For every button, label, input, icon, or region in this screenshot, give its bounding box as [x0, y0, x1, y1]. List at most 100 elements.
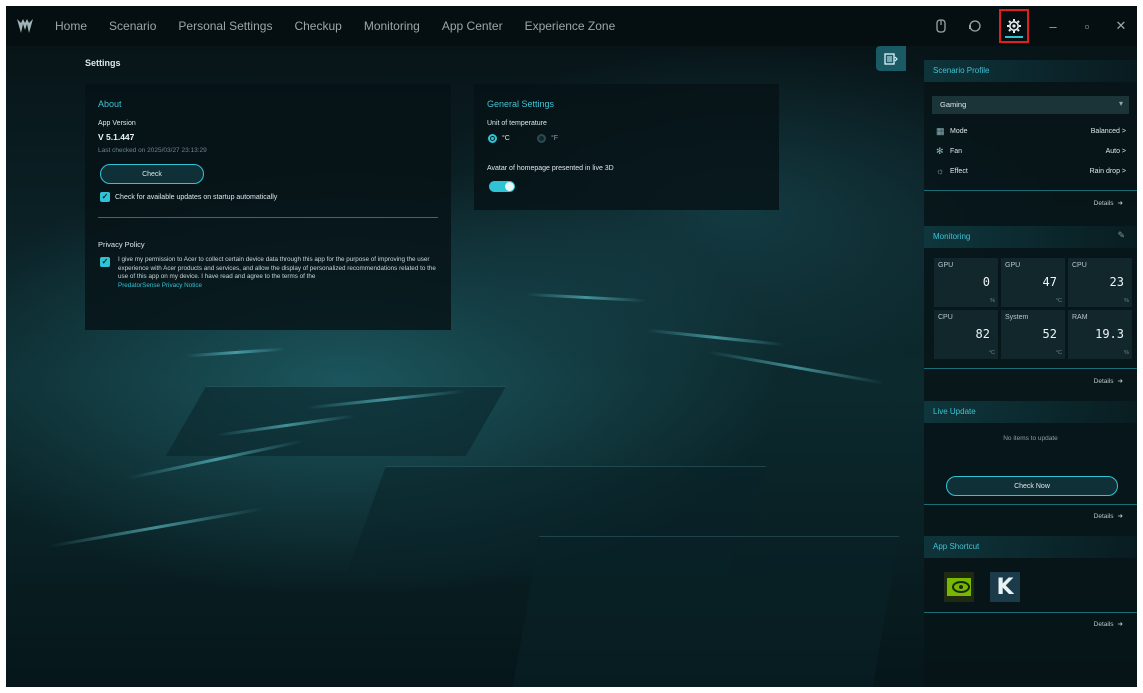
- predator-logo-icon: [6, 6, 44, 46]
- tile-value: 23: [1109, 275, 1124, 289]
- settings-gear-button[interactable]: [999, 9, 1029, 43]
- tile-name: RAM: [1072, 314, 1088, 321]
- tile-unit: °C: [1055, 350, 1062, 356]
- tile-name: CPU: [1072, 262, 1087, 269]
- card-divider: [924, 190, 1137, 191]
- tile-value: 82: [975, 327, 990, 341]
- effect-value: Rain drop >: [1089, 167, 1126, 175]
- about-title: About: [98, 99, 122, 109]
- tile-value: 52: [1042, 327, 1057, 341]
- monitor-tile-system-temp: System 52 °C: [1001, 310, 1065, 359]
- fan-label: Fan: [950, 147, 963, 155]
- background-slab: [165, 386, 507, 456]
- details-label: Details: [1093, 512, 1114, 520]
- tile-name: GPU: [1005, 262, 1021, 269]
- live-update-title: Live Update: [924, 401, 1137, 423]
- monitor-tile-ram-usage: RAM 19.3 %: [1068, 310, 1132, 359]
- nav-scenario[interactable]: Scenario: [98, 6, 167, 46]
- scenario-details-link[interactable]: Details ➜: [1094, 199, 1123, 208]
- main-nav: Home Scenario Personal Settings Checkup …: [44, 6, 626, 46]
- check-now-button[interactable]: Check Now: [946, 476, 1118, 496]
- fan-value: Auto >: [1105, 147, 1126, 155]
- nav-experience-zone[interactable]: Experience Zone: [514, 6, 627, 46]
- celsius-radio[interactable]: [488, 134, 497, 143]
- mode-value: Balanced >: [1090, 127, 1126, 135]
- device-icon[interactable]: [931, 16, 951, 36]
- effect-label: Effect: [950, 167, 968, 175]
- avatar-3d-label: Avatar of homepage presented in live 3D: [487, 165, 614, 172]
- right-sidebar: Scenario Profile Gaming ▾ ▦ Mode Balance…: [924, 46, 1137, 687]
- nvidia-app-icon[interactable]: [944, 572, 974, 602]
- background-slab: [512, 536, 900, 687]
- about-panel: About App Version V 5.1.447 Last checked…: [85, 84, 451, 330]
- wrench-icon[interactable]: ✎: [1117, 230, 1125, 241]
- app-shortcut-title: App Shortcut: [924, 536, 1137, 558]
- app-version-value: V 5.1.447: [98, 132, 135, 142]
- avatar-3d-toggle[interactable]: [489, 181, 515, 192]
- sidebar-toggle-button[interactable]: [876, 46, 906, 71]
- effect-icon: ☼: [936, 166, 945, 176]
- tile-name: System: [1005, 314, 1029, 321]
- mode-row[interactable]: ▦ Mode Balanced >: [936, 124, 1126, 138]
- monitoring-details-link[interactable]: Details ➜: [1094, 377, 1123, 386]
- monitor-tile-cpu-usage: CPU 23 %: [1068, 258, 1132, 307]
- nav-monitoring[interactable]: Monitoring: [353, 6, 431, 46]
- general-settings-title: General Settings: [487, 99, 555, 109]
- scenario-profile-dropdown[interactable]: Gaming ▾: [932, 96, 1129, 114]
- restore-icon[interactable]: ▫: [1077, 16, 1097, 36]
- nav-home[interactable]: Home: [44, 6, 98, 46]
- app-version-label: App Version: [98, 120, 136, 127]
- mode-label: Mode: [950, 127, 968, 135]
- top-nav-bar: Home Scenario Personal Settings Checkup …: [6, 6, 1137, 46]
- killer-app-icon[interactable]: K: [990, 572, 1020, 602]
- scenario-profile-title: Scenario Profile: [924, 60, 1137, 82]
- check-button[interactable]: Check: [100, 164, 204, 184]
- tile-unit: °C: [1055, 298, 1062, 304]
- gear-icon: [1007, 19, 1021, 33]
- tile-name: CPU: [938, 314, 953, 321]
- arrow-right-icon: ➜: [1117, 621, 1123, 628]
- privacy-notice-link[interactable]: PredatorSense Privacy Notice: [118, 282, 202, 289]
- privacy-text-block: I give my permission to Acer to collect …: [118, 256, 436, 290]
- tile-unit: %: [1124, 350, 1129, 356]
- nav-app-center[interactable]: App Center: [431, 6, 514, 46]
- arrow-right-icon: ➜: [1117, 513, 1123, 520]
- minimize-icon[interactable]: –: [1043, 16, 1063, 36]
- card-divider: [924, 504, 1137, 505]
- nav-personal-settings[interactable]: Personal Settings: [167, 6, 283, 46]
- temperature-unit-label: Unit of temperature: [487, 120, 547, 127]
- chevron-down-icon: ▾: [1118, 99, 1123, 108]
- tile-unit: %: [1124, 298, 1129, 304]
- monitor-tile-gpu-temp: GPU 47 °C: [1001, 258, 1065, 307]
- k-letter-icon: K: [996, 574, 1014, 600]
- app-shortcut-details-link[interactable]: Details ➜: [1093, 620, 1123, 629]
- page-title: Settings: [85, 58, 121, 68]
- arrow-right-icon: ➜: [1117, 200, 1123, 207]
- mode-icon: ▦: [936, 125, 945, 136]
- close-icon[interactable]: ✕: [1111, 16, 1131, 36]
- monitoring-title: Monitoring: [924, 226, 1137, 248]
- active-underline: [1005, 36, 1023, 38]
- app-window: Home Scenario Personal Settings Checkup …: [6, 6, 1137, 687]
- last-checked-text: Last checked on 2025/03/27 23:13:29: [98, 147, 207, 154]
- fahrenheit-radio[interactable]: [537, 134, 546, 143]
- privacy-consent-checkbox[interactable]: ✓: [100, 257, 110, 267]
- background-streak: [186, 347, 286, 358]
- background-streak: [707, 350, 885, 385]
- details-label: Details: [1093, 620, 1114, 628]
- arrow-right-icon: ➜: [1117, 378, 1123, 385]
- window-controls: – ▫ ✕: [931, 6, 1131, 46]
- effect-row[interactable]: ☼ Effect Rain drop >: [936, 164, 1126, 178]
- support-icon[interactable]: [965, 16, 985, 36]
- nav-checkup[interactable]: Checkup: [283, 6, 352, 46]
- tile-value: 47: [1042, 275, 1057, 289]
- card-divider: [924, 612, 1137, 613]
- tile-name: GPU: [938, 262, 954, 269]
- card-divider: [924, 368, 1137, 369]
- fan-row[interactable]: ✻ Fan Auto >: [936, 144, 1126, 158]
- privacy-title: Privacy Policy: [98, 240, 145, 249]
- live-update-details-link[interactable]: Details ➜: [1093, 512, 1123, 521]
- scenario-selected-value: Gaming: [940, 100, 967, 109]
- auto-update-checkbox[interactable]: ✓: [100, 192, 110, 202]
- celsius-label: °C: [502, 135, 510, 142]
